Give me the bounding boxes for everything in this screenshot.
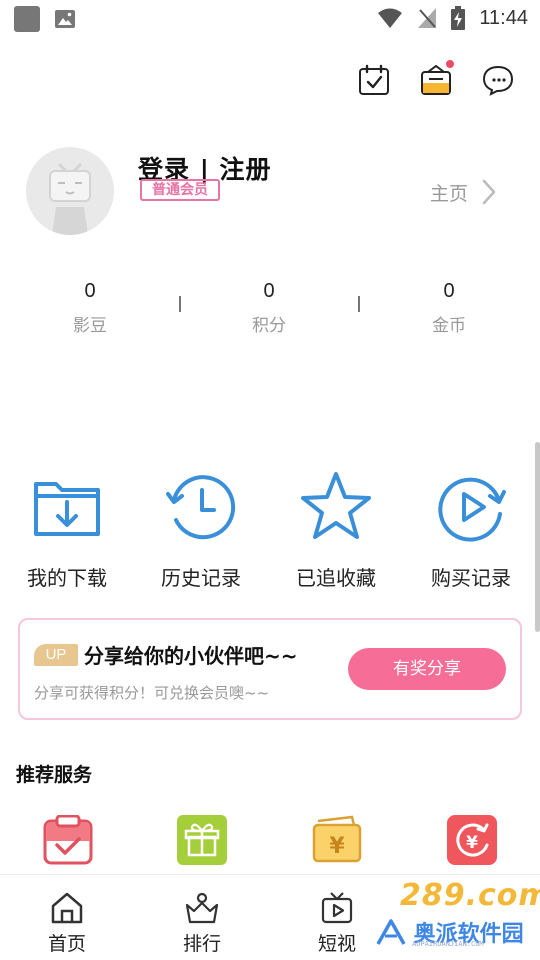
status-bar: 11:44 (0, 0, 540, 38)
chevron-right-icon[interactable] (482, 179, 496, 205)
stat-label: 金币 (432, 316, 466, 336)
battery-charging-icon (451, 6, 466, 30)
history-clock-icon (166, 475, 236, 540)
service-calendar-icon[interactable] (43, 815, 93, 865)
quick-label: 历史记录 (161, 566, 241, 590)
svg-text:¥: ¥ (329, 834, 345, 859)
divider (179, 296, 181, 312)
download-folder-icon (34, 482, 100, 536)
message-box-icon[interactable] (420, 60, 454, 96)
no-signal-icon (418, 8, 437, 28)
play-circle-icon (438, 477, 506, 542)
quick-purchases[interactable]: 购买记录 (411, 470, 531, 591)
chat-bubble-icon[interactable] (482, 64, 514, 96)
quick-label: 购买记录 (431, 566, 511, 590)
share-banner: UP 分享给你的小伙伴吧~~ 分享可获得积分！可兑换会员噢~~ 有奖分享 (18, 618, 522, 720)
up-badge: UP (34, 644, 78, 666)
stat-value: 0 (443, 280, 455, 302)
stat-label: 积分 (252, 316, 286, 336)
nav-home[interactable]: 首页 (27, 891, 107, 956)
quick-history[interactable]: 历史记录 (141, 470, 261, 591)
status-time: 11:44 (479, 6, 528, 29)
service-refund-icon[interactable]: ¥ (447, 815, 497, 865)
stats-row: 0 影豆 0 积分 0 金币 (0, 280, 540, 340)
quick-label: 我的下载 (27, 566, 107, 590)
stat-label: 影豆 (73, 316, 107, 336)
nav-rank[interactable]: 排行 (162, 891, 242, 956)
stat-points[interactable]: 0 积分 (209, 280, 329, 336)
divider (358, 296, 360, 312)
reward-share-button[interactable]: 有奖分享 (348, 648, 506, 690)
watermark-url: AOPAIRUANJIAN.COM (412, 940, 484, 948)
wifi-icon (378, 8, 403, 28)
watermark-a-icon (376, 919, 406, 945)
quick-favorites[interactable]: 已追收藏 (276, 470, 396, 591)
stat-coins[interactable]: 0 金币 (389, 280, 509, 336)
notification-dot (446, 60, 454, 68)
stat-value: 0 (263, 280, 275, 302)
quick-label: 已追收藏 (296, 566, 376, 590)
home-icon (51, 892, 83, 924)
quick-downloads[interactable]: 我的下载 (7, 470, 127, 591)
image-notification-icon (55, 10, 75, 28)
nav-label: 首页 (47, 933, 86, 955)
nav-label: 排行 (182, 933, 221, 955)
watermark-top-text: 289.com (400, 878, 540, 913)
tv-mascot-icon (49, 163, 91, 235)
top-actions (358, 60, 514, 96)
service-gift-icon[interactable] (177, 815, 227, 865)
star-icon (301, 472, 371, 539)
stat-yingdou[interactable]: 0 影豆 (30, 280, 150, 336)
short-video-icon (321, 892, 353, 924)
nav-short-video[interactable]: 短视 (297, 891, 377, 956)
rank-icon (185, 892, 219, 924)
member-badge: 普通会员 (140, 179, 220, 201)
nav-label: 短视 (317, 933, 356, 955)
app-notification-icon (14, 6, 40, 32)
svg-text:¥: ¥ (466, 833, 478, 853)
share-title: 分享给你的小伙伴吧~~ (84, 644, 298, 668)
watermark-logo: 289.com 奥派软件园 AOPAIRUANJIAN.COM (376, 878, 540, 956)
share-subtitle: 分享可获得积分！可兑换会员噢~~ (34, 684, 270, 702)
scrollbar[interactable] (535, 442, 540, 632)
homepage-link[interactable]: 主页 (430, 179, 468, 206)
checkin-calendar-icon[interactable] (358, 64, 390, 96)
service-wallet-icon[interactable]: ¥ (312, 815, 362, 865)
avatar[interactable] (26, 147, 114, 235)
recommended-title: 推荐服务 (16, 764, 93, 786)
stat-value: 0 (84, 280, 96, 302)
